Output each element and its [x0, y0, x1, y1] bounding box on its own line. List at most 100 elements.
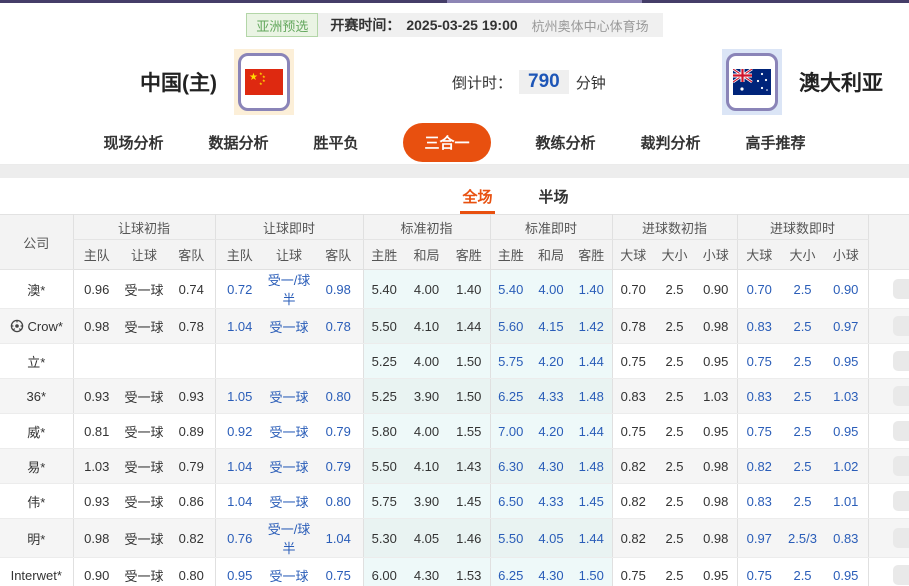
- sub-header-euro_initial-2: 和局: [405, 240, 448, 270]
- odds-cell-goals_live-3: 0.95: [824, 344, 868, 379]
- sub-header-euro_live-2: 和局: [531, 240, 571, 270]
- sub-header-euro_initial-3: 客胜: [448, 240, 490, 270]
- odds-cell-handicap_live-2: 受一球: [264, 414, 314, 449]
- group-header-goals_initial: 进球数初指: [612, 215, 737, 240]
- odds-cell-euro_initial-1: 5.30: [363, 519, 405, 558]
- sub-header-goals_initial-3: 小球: [695, 240, 737, 270]
- subtab-1[interactable]: 全场: [462, 178, 492, 214]
- odds-cell-euro_live-3: 1.50: [571, 558, 612, 586]
- row-action-button[interactable]: [893, 565, 909, 585]
- nav-tab-1[interactable]: 现场分析: [103, 132, 163, 153]
- nav-tab-5[interactable]: 教练分析: [536, 132, 596, 153]
- odds-cell-goals_live-1: 0.75: [737, 414, 781, 449]
- company-cell[interactable]: 明*: [0, 519, 73, 558]
- odds-cell-euro_live-3: 1.48: [571, 449, 612, 484]
- company-cell[interactable]: 立*: [0, 344, 73, 379]
- odds-cell-handicap_initial-3: 0.74: [168, 270, 215, 309]
- sub-header-goals_initial-2: 大小: [654, 240, 695, 270]
- odds-cell-goals_initial-3: 0.95: [695, 558, 737, 586]
- odds-cell-euro_live-1: 6.50: [490, 484, 531, 519]
- odds-cell-handicap_initial-1: 0.98: [73, 519, 120, 558]
- odds-cell-handicap_initial-2: 受一球: [120, 414, 168, 449]
- odds-cell-goals_live-3: 0.95: [824, 558, 868, 586]
- kickoff-label: 开赛时间：: [330, 15, 400, 35]
- odds-cell-goals_live-3: 0.83: [824, 519, 868, 558]
- odds-cell-handicap_initial-1: 0.93: [73, 379, 120, 414]
- table-row: Crow*0.98受一球0.781.04受一球0.785.504.101.445…: [0, 309, 909, 344]
- company-cell[interactable]: 易*: [0, 449, 73, 484]
- odds-cell-handicap_live-2: [264, 344, 314, 379]
- company-cell[interactable]: 澳*: [0, 270, 73, 309]
- odds-cell-handicap_live-3: 0.78: [314, 309, 363, 344]
- company-name: 澳*: [27, 280, 45, 299]
- nav-tab-2[interactable]: 数据分析: [208, 132, 268, 153]
- company-cell[interactable]: 36*: [0, 379, 73, 414]
- company-cell[interactable]: Interwet*: [0, 558, 73, 586]
- group-header-euro_live: 标准即时: [490, 215, 612, 240]
- odds-cell-goals_initial-1: 0.75: [612, 344, 654, 379]
- company-name: 立*: [27, 352, 45, 371]
- odds-cell-euro_initial-3: 1.40: [448, 270, 490, 309]
- odds-cell-euro_live-1: 6.25: [490, 379, 531, 414]
- odds-cell-handicap_initial-1: 0.81: [73, 414, 120, 449]
- ball-icon: [10, 319, 24, 333]
- odds-cell-euro_live-2: 4.33: [531, 379, 571, 414]
- company-cell[interactable]: Crow*: [0, 309, 73, 344]
- row-action-button[interactable]: [893, 351, 909, 371]
- odds-cell-goals_initial-2: 2.5: [654, 484, 695, 519]
- odds-cell-euro_initial-2: 4.10: [405, 449, 448, 484]
- odds-cell-goals_initial-1: 0.75: [612, 558, 654, 586]
- odds-cell-euro_live-3: 1.45: [571, 484, 612, 519]
- nav-tab-6[interactable]: 裁判分析: [641, 132, 701, 153]
- odds-cell-goals_live-2: 2.5: [781, 558, 824, 586]
- cutoff-cell: [868, 414, 909, 449]
- away-team: 澳大利亚: [722, 49, 883, 115]
- odds-cell-handicap_live-1: 0.72: [215, 270, 264, 309]
- nav-tab-7[interactable]: 高手推荐: [746, 132, 806, 153]
- cutoff-cell: [868, 449, 909, 484]
- odds-cell-handicap_live-1: 1.04: [215, 484, 264, 519]
- table-row: 伟*0.93受一球0.861.04受一球0.805.753.901.456.50…: [0, 484, 909, 519]
- row-action-button[interactable]: [893, 386, 909, 406]
- row-action-button[interactable]: [893, 421, 909, 441]
- company-name: 威*: [27, 422, 45, 441]
- odds-cell-euro_live-1: 5.60: [490, 309, 531, 344]
- odds-cell-euro_live-3: 1.44: [571, 344, 612, 379]
- odds-cell-handicap_initial-2: 受一球: [120, 519, 168, 558]
- odds-cell-goals_initial-3: 0.98: [695, 309, 737, 344]
- odds-cell-euro_initial-1: 5.80: [363, 414, 405, 449]
- row-action-button[interactable]: [893, 456, 909, 476]
- sub-header-handicap_initial-2: 让球: [120, 240, 168, 270]
- odds-cell-goals_initial-2: 2.5: [654, 449, 695, 484]
- subtab-2[interactable]: 半场: [539, 178, 569, 214]
- nav-tab-3[interactable]: 胜平负: [313, 132, 358, 153]
- odds-cell-handicap_initial-2: 受一球: [120, 449, 168, 484]
- sub-header-goals_live-3: 小球: [824, 240, 868, 270]
- period-subtabs-row: 全场 半场: [0, 178, 909, 214]
- sub-header-euro_live-1: 主胜: [490, 240, 531, 270]
- row-action-button[interactable]: [893, 279, 909, 299]
- odds-cell-euro_initial-1: 5.25: [363, 379, 405, 414]
- company-cell[interactable]: 威*: [0, 414, 73, 449]
- odds-cell-euro_live-2: 4.33: [531, 484, 571, 519]
- odds-cell-euro_live-1: 5.75: [490, 344, 531, 379]
- odds-cell-euro_initial-3: 1.43: [448, 449, 490, 484]
- row-action-button[interactable]: [893, 491, 909, 511]
- odds-cell-goals_live-1: 0.82: [737, 449, 781, 484]
- odds-cell-handicap_initial-3: 0.78: [168, 309, 215, 344]
- row-action-button[interactable]: [893, 528, 909, 548]
- odds-cell-euro_initial-2: 4.30: [405, 558, 448, 586]
- row-action-button[interactable]: [893, 316, 909, 336]
- company-cell[interactable]: 伟*: [0, 484, 73, 519]
- countdown-label: 倒计时：: [452, 72, 512, 93]
- odds-cell-euro_initial-2: 4.05: [405, 519, 448, 558]
- odds-cell-goals_initial-2: 2.5: [654, 379, 695, 414]
- nav-tab-4[interactable]: 三合一: [403, 123, 490, 162]
- odds-cell-goals_initial-2: 2.5: [654, 414, 695, 449]
- odds-cell-goals_initial-3: 0.98: [695, 449, 737, 484]
- odds-cell-handicap_live-1: [215, 344, 264, 379]
- odds-cell-euro_live-2: 4.05: [531, 519, 571, 558]
- odds-table-body: 澳*0.96受一球0.740.72受一/球半0.985.404.001.405.…: [0, 270, 909, 586]
- company-name: 明*: [27, 529, 45, 548]
- odds-cell-goals_initial-1: 0.82: [612, 449, 654, 484]
